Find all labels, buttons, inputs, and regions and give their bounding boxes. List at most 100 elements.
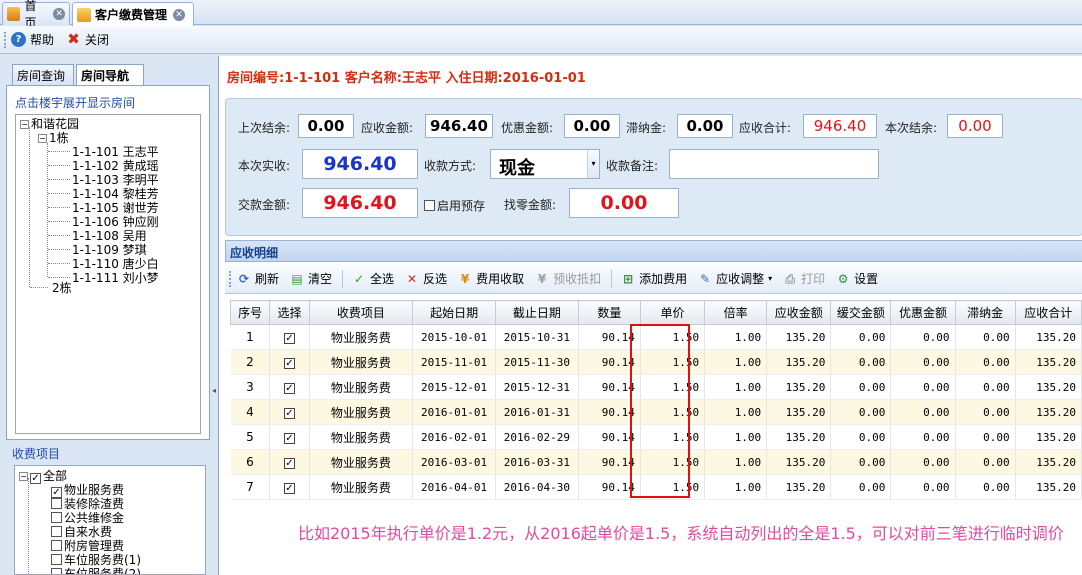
discount-field[interactable]: 0.00 <box>564 114 620 138</box>
cell-select[interactable]: ✓ <box>269 424 310 450</box>
checkbox[interactable] <box>51 512 62 523</box>
tab-room-query[interactable]: 房间查询 <box>12 64 74 86</box>
splitter[interactable]: ◂ <box>210 56 218 575</box>
tab-room-nav[interactable]: 房间导航 <box>76 64 144 87</box>
remark-field[interactable] <box>669 149 879 179</box>
column-header[interactable]: 序号 <box>229 300 271 325</box>
late-fee-field[interactable]: 0.00 <box>677 114 733 138</box>
due-total-field[interactable]: 946.40 <box>803 114 877 138</box>
cell-select[interactable]: ✓ <box>269 449 310 475</box>
fee-item[interactable]: 车位服务费(2) <box>51 568 141 574</box>
checkbox[interactable] <box>51 540 62 551</box>
column-header[interactable]: 倍率 <box>704 300 768 325</box>
prepay-checkbox[interactable] <box>424 200 435 211</box>
this-balance-field[interactable]: 0.00 <box>947 114 1003 138</box>
tree-room[interactable]: 1-1-105 谢世芳 <box>72 201 159 215</box>
pay-field[interactable]: 946.40 <box>302 188 418 218</box>
tree-room[interactable]: 1-1-111 刘小梦 <box>72 271 159 285</box>
prepay-toggle[interactable]: 启用预存 <box>424 197 485 214</box>
fee-items-tree[interactable]: − ✓ 全部 ✓ 物业服务费 装修除渣费 公共维修金 自来水费 附房管理费 车位服务费… <box>14 465 206 575</box>
tree-room[interactable]: 1-1-109 梦琪 <box>72 243 147 257</box>
tree-room[interactable]: 1-1-102 黄成瑶 <box>72 159 159 173</box>
column-header[interactable]: 缓交金额 <box>830 300 892 325</box>
table-row[interactable]: 5 ✓ 物业服务费 2016-02-01 2016-02-29 90.14 1.50 1.00… <box>230 424 1082 450</box>
column-header[interactable]: 应收金额 <box>766 300 832 325</box>
fee-item[interactable]: 装修除渣费 <box>51 498 124 511</box>
table-row[interactable]: 4 ✓ 物业服务费 2016-01-01 2016-01-31 90.14 1.50 1.00… <box>230 399 1082 425</box>
column-header[interactable]: 收费项目 <box>308 300 414 325</box>
change-field[interactable]: 0.00 <box>569 188 679 218</box>
collect-fee-button[interactable]: ¥ 费用收取 <box>457 270 524 287</box>
prepay-deduct-button[interactable]: ¥ 预收抵扣 <box>534 270 601 287</box>
tree-room[interactable]: 1-1-108 吴用 <box>72 229 147 243</box>
invert-select-button[interactable]: ✕ 反选 <box>404 270 447 287</box>
table-row[interactable]: 7 ✓ 物业服务费 2016-04-01 2016-04-30 90.14 1.50 1.00… <box>230 474 1082 500</box>
add-fee-button[interactable]: ⊞ 添加费用 <box>620 270 687 287</box>
tree-room[interactable]: 1-1-104 黎桂芳 <box>72 187 159 201</box>
cell-select[interactable]: ✓ <box>269 349 310 375</box>
fee-item[interactable]: 自来水费 <box>51 526 112 539</box>
row-checkbox[interactable]: ✓ <box>283 332 295 344</box>
splitter-arrow-icon[interactable]: ◂ <box>212 386 216 406</box>
fee-item[interactable]: 车位服务费(1) <box>51 554 141 567</box>
row-checkbox[interactable]: ✓ <box>283 432 295 444</box>
paid-field[interactable]: 946.40 <box>302 149 418 179</box>
cell-select[interactable]: ✓ <box>269 474 310 500</box>
tree-room[interactable]: 1-1-101 王志平 <box>72 145 159 159</box>
settings-button[interactable]: ⚙ 设置 <box>835 270 878 287</box>
column-header[interactable]: 优惠金额 <box>890 300 956 325</box>
checkbox[interactable] <box>51 568 62 574</box>
table-row[interactable]: 3 ✓ 物业服务费 2015-12-01 2015-12-31 90.14 1.50 1.00… <box>230 374 1082 400</box>
checkbox[interactable] <box>51 554 62 565</box>
table-row[interactable]: 6 ✓ 物业服务费 2016-03-01 2016-03-31 90.14 1.50 1.00… <box>230 449 1082 475</box>
clear-button[interactable]: ▤ 清空 <box>289 270 332 287</box>
tab-customer-payment[interactable]: 客户缴费管理 ✕ <box>72 2 194 26</box>
fee-item[interactable]: 公共维修金 <box>51 512 124 525</box>
help-button[interactable]: ? 帮助 <box>11 31 54 48</box>
chevron-down-icon[interactable]: ▾ <box>768 274 772 283</box>
tree-node-building2[interactable]: 2栋 <box>52 281 72 295</box>
column-header[interactable]: 数量 <box>577 300 641 325</box>
row-checkbox[interactable]: ✓ <box>283 457 295 469</box>
row-checkbox[interactable]: ✓ <box>283 482 295 494</box>
method-select[interactable]: 现金 ▾ <box>490 149 600 179</box>
tree-room[interactable]: 1-1-103 李明平 <box>72 173 159 187</box>
room-tree[interactable]: − 和谐花园 −1栋 1-1-101 王志平 1-1-102 黄成瑶 1-1-10… <box>15 114 201 434</box>
tree-room[interactable]: 1-1-106 钟应刚 <box>72 215 159 229</box>
collapse-icon[interactable]: − <box>19 472 28 481</box>
column-header[interactable]: 选择 <box>269 300 310 325</box>
tab-home[interactable]: 首页 ✕ <box>2 0 70 30</box>
tree-room[interactable]: 1-1-110 唐少白 <box>72 257 159 271</box>
column-header[interactable]: 截止日期 <box>494 300 579 325</box>
cell-select[interactable]: ✓ <box>269 324 310 350</box>
refresh-button[interactable]: ⟳ 刷新 <box>236 270 279 287</box>
print-button[interactable]: ⎙ 打印 <box>782 270 825 287</box>
adjust-due-button[interactable]: ✎ 应收调整 ▾ <box>697 270 772 287</box>
cell-select[interactable]: ✓ <box>269 399 310 425</box>
column-header[interactable]: 起始日期 <box>412 300 496 325</box>
row-checkbox[interactable]: ✓ <box>283 407 295 419</box>
column-header[interactable]: 单价 <box>639 300 706 325</box>
collapse-icon[interactable]: − <box>20 120 29 129</box>
cell-select[interactable]: ✓ <box>269 374 310 400</box>
checkbox[interactable] <box>51 498 62 509</box>
tree-node-building1[interactable]: −1栋 <box>38 131 69 145</box>
close-button[interactable]: ✖ 关闭 <box>66 31 109 48</box>
table-row[interactable]: 2 ✓ 物业服务费 2015-11-01 2015-11-30 90.14 1.50 1.00… <box>230 349 1082 375</box>
chevron-down-icon[interactable]: ▾ <box>587 150 599 178</box>
row-checkbox[interactable]: ✓ <box>283 382 295 394</box>
tree-node-root[interactable]: − 和谐花园 <box>20 117 79 131</box>
fee-all[interactable]: − ✓ 全部 <box>19 470 67 484</box>
last-balance-field[interactable]: 0.00 <box>298 114 354 138</box>
column-header[interactable]: 应收合计 <box>1014 300 1082 325</box>
checkbox-checked[interactable]: ✓ <box>30 473 41 484</box>
fee-item[interactable]: ✓ 物业服务费 <box>51 484 124 498</box>
checkbox[interactable] <box>51 526 62 537</box>
select-all-button[interactable]: ✓ 全选 <box>351 270 394 287</box>
close-icon[interactable]: ✕ <box>53 8 65 20</box>
row-checkbox[interactable]: ✓ <box>283 357 295 369</box>
checkbox-checked[interactable]: ✓ <box>51 487 62 498</box>
column-header[interactable]: 滞纳金 <box>954 300 1016 325</box>
fee-item[interactable]: 附房管理费 <box>51 540 124 553</box>
close-icon[interactable]: ✕ <box>173 8 186 21</box>
